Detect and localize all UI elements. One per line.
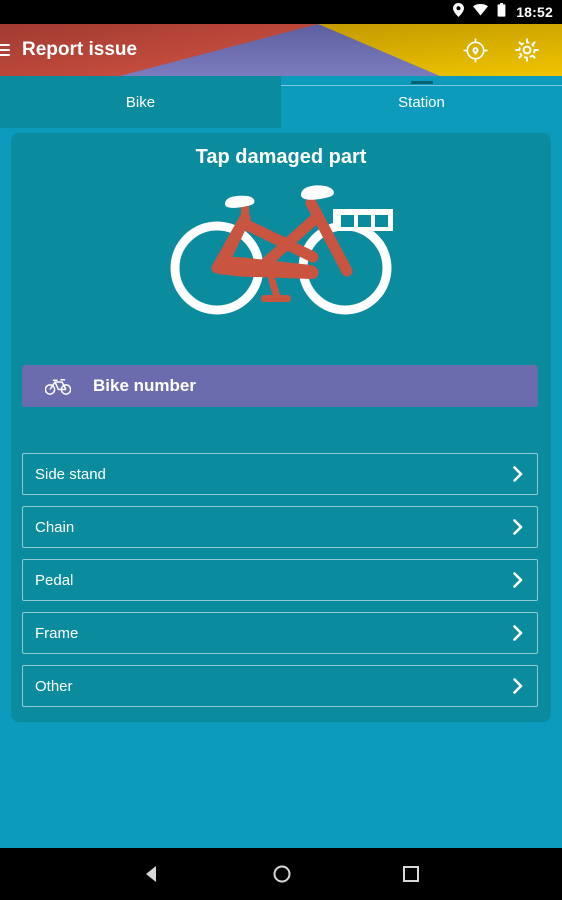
card-title: Tap damaged part	[195, 146, 367, 168]
tab-bar: Bike Station	[0, 76, 562, 128]
list-item-other[interactable]: Other	[22, 665, 538, 707]
damaged-parts-list: Side stand Chain Pedal Frame Other	[22, 453, 538, 718]
bike-number-button[interactable]: Bike number	[22, 365, 538, 407]
list-item-side-stand[interactable]: Side stand	[22, 453, 538, 495]
page-title: Report issue	[22, 39, 138, 60]
list-item-chain[interactable]: Chain	[22, 506, 538, 548]
chevron-right-icon	[513, 625, 523, 641]
bike-number-label: Bike number	[93, 376, 196, 395]
list-item-label: Chain	[35, 518, 75, 536]
home-button[interactable]	[272, 864, 292, 884]
chevron-right-icon	[513, 678, 523, 694]
list-item-label: Frame	[35, 624, 79, 642]
list-item-label: Other	[35, 677, 73, 695]
chevron-right-icon	[513, 519, 523, 535]
chevron-right-icon	[513, 572, 523, 588]
status-icon-group	[453, 2, 506, 22]
status-bar: 18:52	[0, 0, 562, 24]
chevron-right-icon	[513, 466, 523, 482]
tab-station-label: Station	[398, 93, 445, 111]
recents-button[interactable]	[402, 865, 420, 883]
tab-divider-line	[281, 85, 562, 86]
app-bar-content: Report issue	[0, 24, 562, 76]
back-button[interactable]	[142, 864, 162, 884]
android-navigation-bar	[0, 848, 562, 900]
list-item-label: Side stand	[35, 465, 106, 483]
battery-icon	[497, 2, 506, 22]
report-card: Tap damaged part Bike number Side stand …	[11, 133, 551, 722]
hamburger-menu-icon[interactable]	[0, 41, 14, 59]
bicycle-illustration[interactable]	[11, 173, 551, 325]
list-item-frame[interactable]: Frame	[22, 612, 538, 654]
tab-drag-indicator	[410, 81, 433, 84]
wifi-icon	[473, 3, 489, 21]
settings-gear-icon[interactable]	[514, 37, 540, 63]
bicycle-icon	[45, 378, 71, 395]
status-bar-clock: 18:52	[516, 4, 553, 20]
location-pin-icon	[453, 2, 465, 22]
tab-station[interactable]: Station	[281, 76, 562, 128]
tab-bike-label: Bike	[125, 93, 156, 111]
list-item-pedal[interactable]: Pedal	[22, 559, 538, 601]
list-item-label: Pedal	[35, 571, 74, 589]
app-bar: Report issue	[0, 24, 562, 76]
tab-bike[interactable]: Bike	[0, 76, 281, 128]
locate-icon[interactable]	[463, 38, 488, 63]
app-bar-actions	[463, 37, 562, 63]
